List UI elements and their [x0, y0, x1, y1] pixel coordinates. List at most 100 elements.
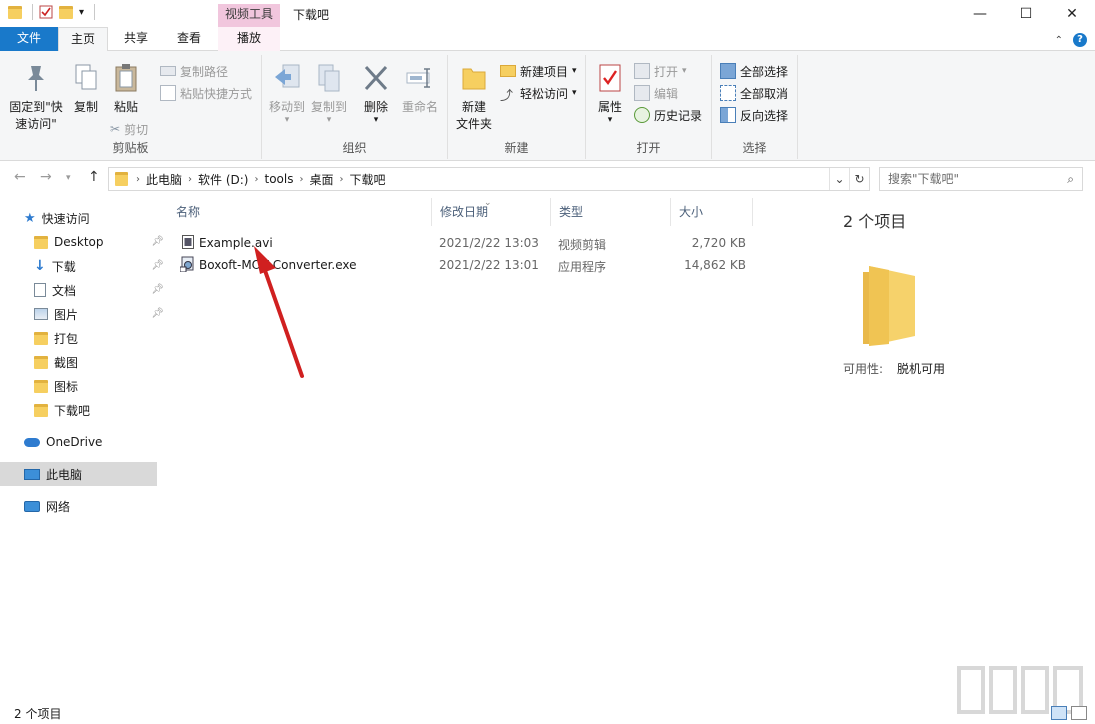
context-tab-group-label: 视频工具	[218, 4, 280, 27]
new-folder-icon[interactable]	[59, 5, 73, 19]
new-item-button[interactable]: 新建项目 ▾	[500, 61, 577, 81]
delete-label: 删除	[363, 100, 388, 114]
new-folder-button[interactable]: 新建 文件夹	[454, 61, 494, 133]
tab-home[interactable]: 主页	[58, 27, 108, 52]
easy-access-button[interactable]: ⤴ 轻松访问 ▾	[500, 83, 577, 105]
paste-button[interactable]: 粘贴	[110, 61, 142, 116]
computer-icon	[24, 468, 40, 480]
nav-item-pictures[interactable]: 图片 📌︎	[34, 302, 164, 326]
back-arrow-icon[interactable]: ←	[14, 169, 26, 185]
file-size: 2,720 KB	[691, 236, 746, 250]
rename-icon	[404, 61, 436, 95]
pin-icon[interactable]: 📌︎	[151, 260, 164, 271]
large-icons-view-icon[interactable]	[1071, 706, 1087, 720]
group-label-new: 新建	[504, 141, 529, 155]
rename-label: 重命名	[401, 100, 438, 114]
nav-item-pack[interactable]: 打包	[34, 326, 78, 350]
breadcrumb-chevron-icon[interactable]: ›	[188, 174, 192, 185]
breadcrumb-chevron-icon[interactable]: ›	[339, 174, 343, 185]
properties-button[interactable]: 属性 ▾	[592, 61, 628, 125]
close-button[interactable]: ✕	[1049, 0, 1095, 27]
copy-path-label: 复制路径	[180, 64, 229, 79]
breadcrumb-chevron-icon[interactable]: ›	[136, 174, 140, 185]
nav-item-desktop[interactable]: Desktop 📌︎	[34, 230, 164, 254]
select-all-button[interactable]: 全部选择	[720, 61, 788, 81]
column-header-modified[interactable]: 修改日期 ⌄	[432, 198, 551, 226]
recent-chevron-icon[interactable]: ▾	[66, 173, 71, 183]
nav-item-icons[interactable]: 图标	[34, 374, 78, 398]
nav-item-documents[interactable]: 文档 📌︎	[34, 278, 164, 302]
maximize-button[interactable]: ☐	[1003, 0, 1049, 27]
pin-quick-access-button[interactable]: 固定到"快 速访问"	[6, 61, 66, 133]
search-input[interactable]	[880, 168, 1050, 190]
details-pane: 2 个项目 可用性: 脱机可用	[825, 198, 1085, 698]
download-arrow-icon: ↓	[34, 258, 46, 274]
tab-play[interactable]: 播放	[218, 27, 280, 51]
nav-onedrive[interactable]: OneDrive	[24, 430, 102, 454]
up-arrow-icon[interactable]: ↑	[88, 169, 100, 185]
properties-check-icon[interactable]	[39, 5, 53, 19]
status-item-count: 2 个项目	[14, 707, 62, 721]
tab-view[interactable]: 查看	[165, 27, 213, 51]
move-to-button[interactable]: 移动到 ▾	[266, 61, 308, 125]
tab-file[interactable]: 文件	[0, 27, 58, 51]
breadcrumb-this-pc[interactable]: 此电脑	[146, 171, 182, 188]
move-to-label: 移动到	[268, 100, 305, 114]
refresh-icon[interactable]: ↻	[849, 168, 869, 190]
breadcrumb-desktop[interactable]: 桌面	[309, 171, 333, 188]
paste-shortcut-button[interactable]: 粘贴快捷方式	[160, 83, 252, 103]
breadcrumb-chevron-icon[interactable]: ›	[299, 174, 303, 185]
help-icon[interactable]: ?	[1073, 33, 1087, 47]
breadcrumb-drive-d[interactable]: 软件 (D:)	[198, 171, 248, 188]
column-header-name[interactable]: 名称	[168, 198, 432, 226]
group-new: 新建 文件夹 新建项目 ▾ ⤴ 轻松访问 ▾ 新建	[448, 55, 586, 159]
picture-icon	[34, 308, 48, 320]
column-header-type[interactable]: 类型	[551, 198, 671, 226]
copy-button[interactable]: 复制	[70, 61, 102, 116]
qat-dropdown-icon[interactable]: ▾	[79, 7, 84, 18]
folder-icon	[34, 355, 48, 369]
copy-to-icon	[313, 61, 345, 95]
select-none-button[interactable]: 全部取消	[720, 83, 788, 103]
copy-path-button[interactable]: 复制路径	[160, 61, 228, 81]
pin-icon[interactable]: 📌︎	[151, 236, 164, 247]
history-button[interactable]: 历史记录	[634, 105, 702, 125]
forward-arrow-icon[interactable]: →	[40, 169, 52, 185]
nav-network[interactable]: 网络	[24, 494, 70, 518]
search-box[interactable]: ⌕	[879, 167, 1083, 191]
address-dropdown-icon[interactable]: ⌄	[829, 168, 849, 190]
pin-icon[interactable]: 📌︎	[151, 308, 164, 319]
folder-icon	[34, 379, 48, 393]
breadcrumb-tools[interactable]: tools	[264, 172, 293, 186]
breadcrumb-chevron-icon[interactable]: ›	[254, 174, 258, 185]
open-button[interactable]: 打开 ▾	[634, 61, 687, 81]
pin-icon[interactable]: 📌︎	[151, 284, 164, 295]
copy-icon	[70, 61, 102, 95]
chevron-down-icon: ▾	[572, 88, 577, 98]
invert-selection-button[interactable]: 反向选择	[720, 105, 788, 125]
copy-to-button[interactable]: 复制到 ▾	[308, 61, 350, 125]
minimize-button[interactable]: —	[957, 0, 1003, 27]
column-header-size[interactable]: 大小	[671, 198, 753, 226]
tab-share[interactable]: 共享	[112, 27, 160, 51]
rename-button[interactable]: 重命名	[400, 61, 440, 116]
folder-icon	[458, 61, 490, 95]
cut-label: 剪切	[124, 122, 149, 137]
search-icon[interactable]: ⌕	[1067, 172, 1074, 187]
edit-button[interactable]: 编辑	[634, 83, 678, 103]
address-bar[interactable]: › 此电脑 › 软件 (D:) › tools › 桌面 › 下载吧 ⌄ ↻	[108, 167, 870, 191]
chevron-up-icon[interactable]: ⌃	[1055, 35, 1063, 46]
delete-button[interactable]: 删除 ▾	[360, 61, 392, 125]
nav-quick-access[interactable]: ★ 快速访问	[24, 206, 90, 230]
separator	[32, 4, 33, 20]
nav-item-downloads[interactable]: ↓ 下载 📌︎	[34, 254, 164, 278]
cut-button[interactable]: ✂ 剪切	[110, 119, 148, 139]
nav-item-xiazaiba[interactable]: 下载吧	[34, 398, 90, 422]
window-title: 下载吧	[293, 8, 330, 22]
nav-this-pc[interactable]: 此电脑	[0, 462, 157, 486]
copy-path-icon	[160, 66, 176, 76]
breadcrumb-current[interactable]: 下载吧	[349, 171, 385, 188]
large-folder-icon	[859, 266, 917, 353]
details-view-icon[interactable]	[1051, 706, 1067, 720]
nav-item-screenshots[interactable]: 截图	[34, 350, 78, 374]
